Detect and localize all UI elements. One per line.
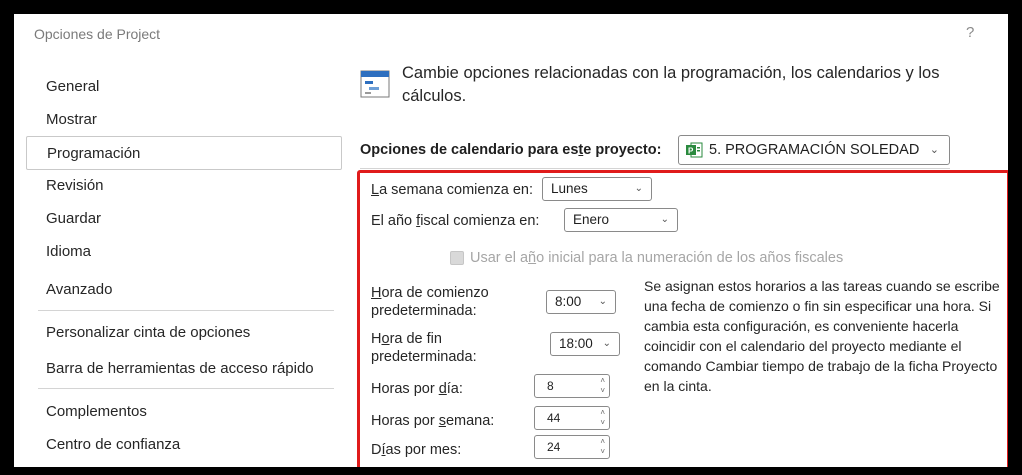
svg-text:P: P xyxy=(688,147,694,156)
default-end-time-label: Hora de fin predeterminada: xyxy=(371,331,477,365)
chevron-down-icon: ⌄ xyxy=(929,144,939,156)
project-select[interactable]: P 5. PROGRAMACIÓN SOLEDAD ⌄ xyxy=(678,135,950,165)
default-start-time-label: Hora de comienzo predeterminada: xyxy=(371,285,489,319)
fiscal-start-label: El año fiscal comienza en: xyxy=(371,213,540,229)
default-end-time-select[interactable]: 18:00 ⌄ xyxy=(550,332,620,356)
sidebar-divider xyxy=(38,388,334,389)
week-start-label: La semana comienza en: xyxy=(371,182,534,198)
spinner-arrows-icon[interactable]: ˄ ˅ xyxy=(600,408,605,428)
fiscal-start-value: Enero xyxy=(573,212,610,227)
sidebar-item-complementos[interactable]: Complementos xyxy=(26,395,342,429)
section-divider xyxy=(360,168,950,169)
project-select-value: 5. PROGRAMACIÓN SOLEDAD xyxy=(709,142,920,158)
hours-per-week-spinner[interactable]: 44 ˄ ˅ xyxy=(534,406,610,430)
chevron-down-icon: ⌄ xyxy=(598,296,607,307)
help-button[interactable]: ? xyxy=(966,24,974,41)
fiscal-numbering-checkbox[interactable] xyxy=(450,251,464,265)
week-start-select[interactable]: Lunes ⌄ xyxy=(542,177,652,201)
sidebar-item-revision[interactable]: Revisión xyxy=(26,169,342,203)
default-start-time-value: 8:00 xyxy=(555,294,582,309)
calendar-options-label: Opciones de calendario para este proyect… xyxy=(360,142,662,158)
default-end-time-value: 18:00 xyxy=(559,336,593,351)
sidebar-item-idioma[interactable]: Idioma xyxy=(26,235,342,269)
week-start-value: Lunes xyxy=(551,181,588,196)
hours-per-week-label: Horas por semana: xyxy=(371,413,495,429)
dialog-title: Opciones de Project xyxy=(34,26,161,42)
sidebar-divider xyxy=(38,310,334,311)
section-header-text: Cambie opciones relacionadas con la prog… xyxy=(402,64,940,105)
sidebar-item-mostrar[interactable]: Mostrar xyxy=(26,103,342,137)
hours-per-day-label: Horas por día: xyxy=(371,381,463,397)
sidebar-item-avanzado[interactable]: Avanzado xyxy=(26,273,342,307)
sidebar-item-guardar[interactable]: Guardar xyxy=(26,202,342,236)
sidebar-item-personalizar-cinta[interactable]: Personalizar cinta de opciones xyxy=(26,316,342,350)
time-settings-description: Se asignan estos horarios a las tareas c… xyxy=(644,278,1000,394)
hours-per-day-value: 8 xyxy=(547,379,554,393)
fiscal-start-select[interactable]: Enero ⌄ xyxy=(564,208,678,232)
days-per-month-value: 24 xyxy=(547,440,561,454)
sidebar-item-programacion[interactable]: Programación xyxy=(26,136,342,170)
chevron-down-icon: ⌄ xyxy=(634,183,643,194)
sidebar-item-centro-confianza[interactable]: Centro de confianza xyxy=(26,428,342,462)
chevron-down-icon: ⌄ xyxy=(660,214,669,225)
hours-per-week-value: 44 xyxy=(547,411,561,425)
default-start-time-select[interactable]: 8:00 ⌄ xyxy=(546,290,616,314)
days-per-month-spinner[interactable]: 24 ˄ ˅ xyxy=(534,435,610,459)
options-sidebar: General Mostrar Programación Revisión Gu… xyxy=(26,60,344,467)
hours-per-day-spinner[interactable]: 8 ˄ ˅ xyxy=(534,374,610,398)
fiscal-numbering-label: Usar el año inicial para la numeración d… xyxy=(470,250,844,266)
calendar-icon xyxy=(360,70,390,98)
chevron-down-icon: ⌄ xyxy=(602,338,611,349)
sidebar-item-general[interactable]: General xyxy=(26,70,342,104)
project-file-icon: P xyxy=(686,142,703,158)
spinner-arrows-icon[interactable]: ˄ ˅ xyxy=(600,437,605,457)
sidebar-item-barra-acceso-rapido[interactable]: Barra de herramientas de acceso rápido xyxy=(26,352,342,386)
spinner-arrows-icon[interactable]: ˄ ˅ xyxy=(600,376,605,396)
project-options-dialog: Opciones de Project ? General Mostrar Pr… xyxy=(14,14,1008,467)
days-per-month-label: Días por mes: xyxy=(371,442,462,458)
